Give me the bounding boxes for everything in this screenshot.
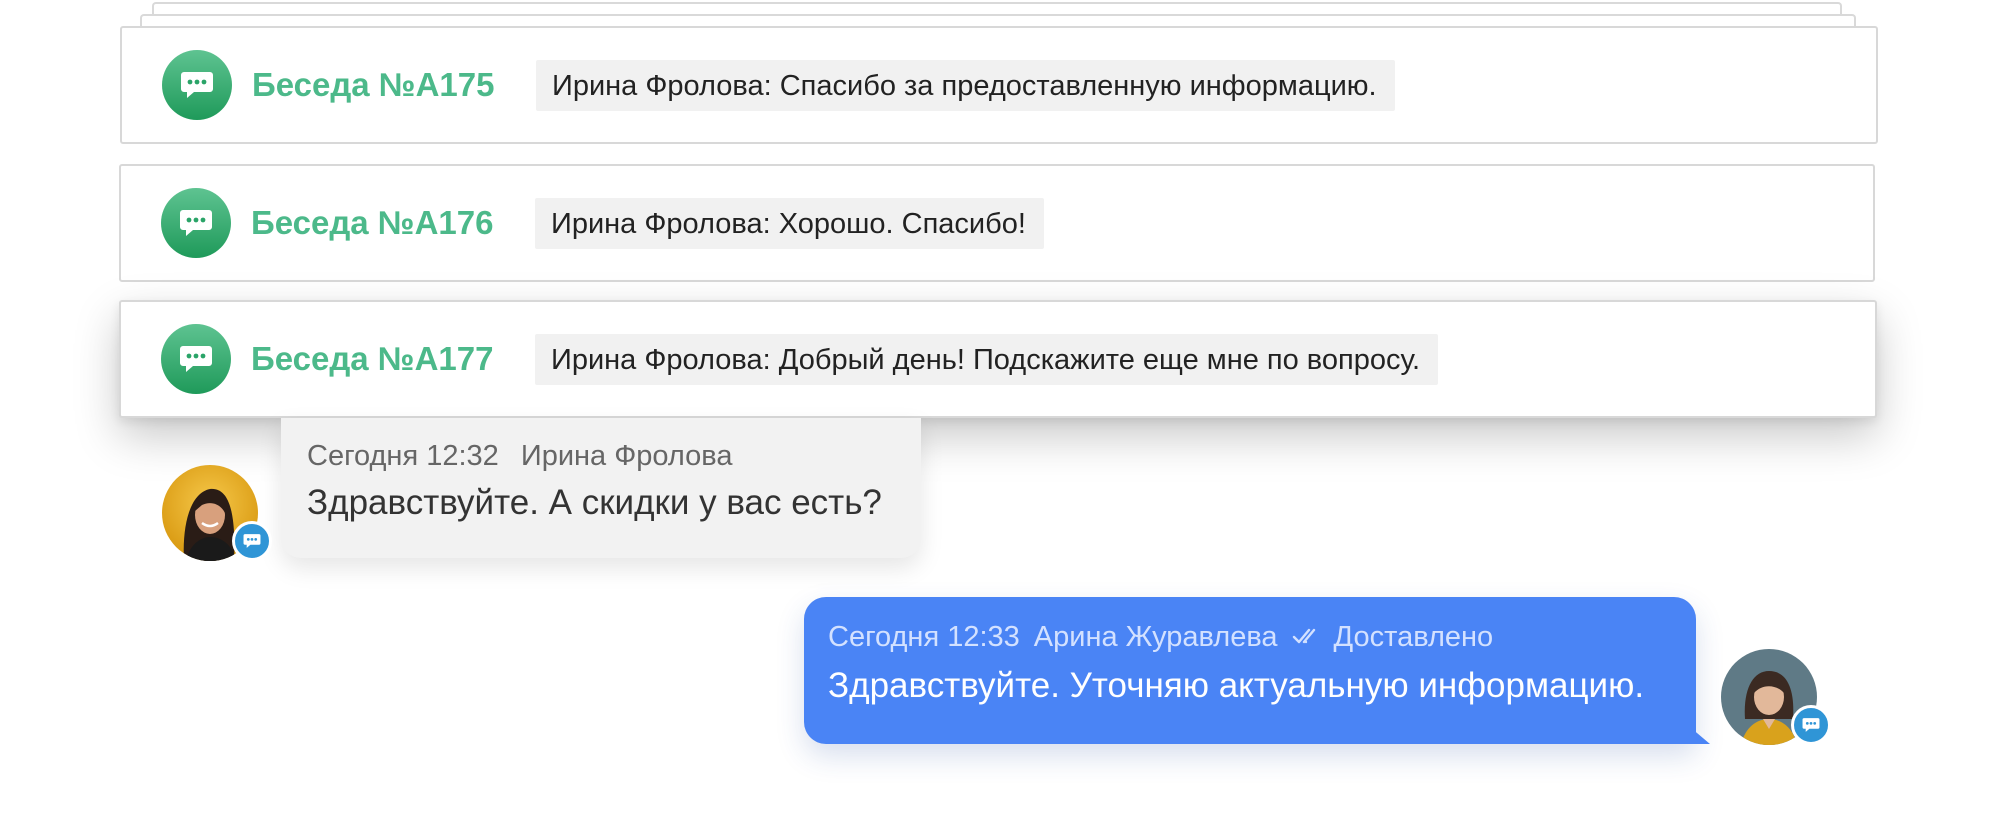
message-meta: Сегодня 12:32 Ирина Фролова bbox=[307, 440, 895, 473]
conversation-title: Беседа №А177 bbox=[251, 340, 494, 377]
chat-bubble-icon bbox=[161, 188, 231, 258]
conversation-title: Беседа №А176 bbox=[251, 204, 494, 241]
conversation-item[interactable]: Беседа №А176 Ирина Фролова: Хорошо. Спас… bbox=[119, 164, 1875, 282]
message-author: Ирина Фролова bbox=[520, 440, 733, 472]
message-meta: Сегодня 12:33 Арина Журавлева Доставлено bbox=[828, 621, 1670, 654]
conversation-title: Беседа №А175 bbox=[252, 66, 495, 103]
chat-bubble-icon bbox=[162, 50, 232, 120]
message-text: Здравствуйте. А скидки у вас есть? bbox=[307, 483, 882, 522]
chat-bubble-icon bbox=[232, 521, 272, 561]
message-time: Сегодня 12:33 bbox=[828, 621, 1020, 653]
message-time: Сегодня 12:32 bbox=[307, 440, 499, 472]
conversation-preview: Ирина Фролова: Хорошо. Спасибо! bbox=[535, 197, 1044, 249]
message-status: Доставлено bbox=[1333, 621, 1494, 653]
double-check-icon bbox=[1292, 621, 1324, 654]
message-author: Арина Журавлева bbox=[1033, 621, 1278, 653]
chat-bubble-icon bbox=[161, 324, 231, 394]
avatar[interactable] bbox=[162, 465, 272, 561]
bubble-tail bbox=[1684, 722, 1710, 744]
conversation-item[interactable]: Беседа №А175 Ирина Фролова: Спасибо за п… bbox=[120, 26, 1878, 144]
chat-bubble-icon bbox=[1791, 705, 1831, 745]
conversation-preview: Ирина Фролова: Добрый день! Подскажите е… bbox=[535, 333, 1439, 385]
outgoing-message: Сегодня 12:33 Арина Журавлева Доставлено… bbox=[804, 597, 1710, 744]
avatar[interactable] bbox=[1721, 649, 1831, 745]
message-text: Здравствуйте. Уточняю актуальную информа… bbox=[828, 666, 1645, 705]
conversation-item-active[interactable]: Беседа №А177 Ирина Фролова: Добрый день!… bbox=[119, 300, 1877, 418]
incoming-message: Сегодня 12:32 Ирина Фролова Здравствуйте… bbox=[281, 418, 921, 558]
chat-stage: Беседа №А175 Ирина Фролова: Спасибо за п… bbox=[0, 0, 1990, 834]
conversation-preview: Ирина Фролова: Спасибо за предоставленну… bbox=[536, 59, 1395, 111]
